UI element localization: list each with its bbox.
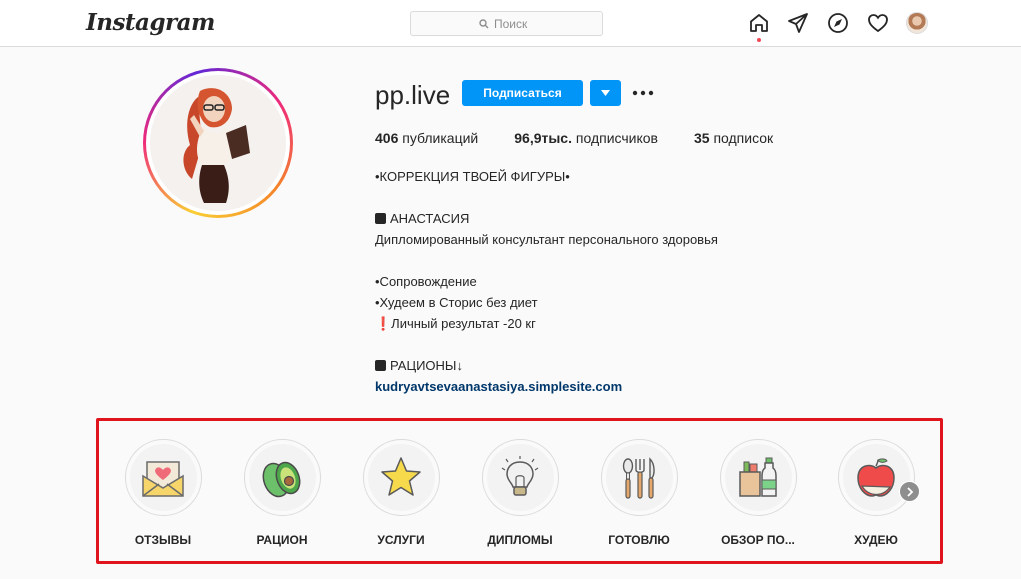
home-icon[interactable] (748, 12, 770, 34)
notification-dot (757, 38, 761, 42)
highlight-diet[interactable]: РАЦИОН (237, 439, 327, 547)
avocado-icon (262, 461, 301, 497)
envelope-heart-icon (142, 460, 184, 497)
highlight-label: РАЦИОН (256, 533, 308, 547)
black-square-icon (375, 213, 386, 224)
following-count[interactable]: 35 подписок (694, 130, 773, 146)
profile-avatar[interactable] (143, 68, 293, 218)
bio-title: •КОРРЕКЦИЯ ТВОЕЙ ФИГУРЫ• (375, 169, 570, 184)
caret-down-icon (601, 90, 610, 96)
posts-count: 406 публикаций (375, 130, 479, 146)
top-nav: Instagram (0, 0, 1021, 47)
search-box[interactable] (410, 11, 603, 36)
bio-line: ❗Личный результат -20 кг (375, 316, 536, 331)
highlight-services[interactable]: УСЛУГИ (356, 439, 446, 547)
instagram-logo[interactable]: Instagram (86, 9, 215, 36)
search-input[interactable] (494, 16, 534, 31)
bio-line: Дипломированный консультант персональног… (375, 232, 718, 247)
highlight-label: ХУДЕЮ (854, 533, 898, 547)
bio-line: •Худеем в Сторис без диет (375, 295, 538, 310)
black-square-icon (375, 360, 386, 371)
bio-name-line: АНАСТАСИЯ (375, 208, 895, 229)
highlight-review-products[interactable]: ОБЗОР ПО... (713, 439, 803, 547)
search-icon (479, 18, 489, 28)
profile-bio: •КОРРЕКЦИЯ ТВОЕЙ ФИГУРЫ• АНАСТАСИЯ Дипло… (375, 166, 895, 397)
highlight-diplomas[interactable]: ДИПЛОМЫ (475, 439, 565, 547)
more-options-icon[interactable] (630, 84, 656, 102)
highlight-label: ОБЗОР ПО... (721, 533, 795, 547)
profile-username: pp.live (375, 80, 451, 110)
bio-line: •Сопровождение (375, 274, 477, 289)
lightbulb-icon (501, 455, 539, 496)
highlight-label: ГОТОВЛЮ (608, 533, 670, 547)
profile-illustration (150, 75, 284, 209)
bio-rations-line: РАЦИОНЫ↓ (375, 355, 895, 376)
explore-icon[interactable] (827, 12, 849, 34)
followers-count[interactable]: 96,9тыс. подписчиков (514, 130, 658, 146)
highlight-label: ДИПЛОМЫ (487, 533, 553, 547)
highlights-next-button[interactable] (899, 481, 920, 502)
heart-icon[interactable] (867, 12, 889, 34)
chevron-right-icon (906, 486, 913, 497)
avatar[interactable] (906, 12, 928, 34)
highlight-label: ОТЗЫВЫ (134, 533, 192, 547)
direct-icon[interactable] (787, 12, 809, 34)
highlight-reviews[interactable]: ОТЗЫВЫ (118, 439, 208, 547)
highlight-label: УСЛУГИ (377, 533, 425, 547)
suggestions-dropdown-button[interactable] (590, 80, 621, 106)
groceries-icon (739, 457, 777, 497)
bio-website-link[interactable]: kudryavtsevaanastasiya.simplesite.com (375, 379, 622, 394)
apple-icon (857, 457, 895, 497)
follow-button[interactable]: Подписаться (462, 80, 583, 106)
profile-stats: 406 публикаций 96,9тыс. подписчиков 35 п… (375, 130, 809, 146)
cutlery-icon (622, 456, 655, 499)
highlight-cooking[interactable]: ГОТОВЛЮ (594, 439, 684, 547)
star-icon (381, 456, 421, 496)
